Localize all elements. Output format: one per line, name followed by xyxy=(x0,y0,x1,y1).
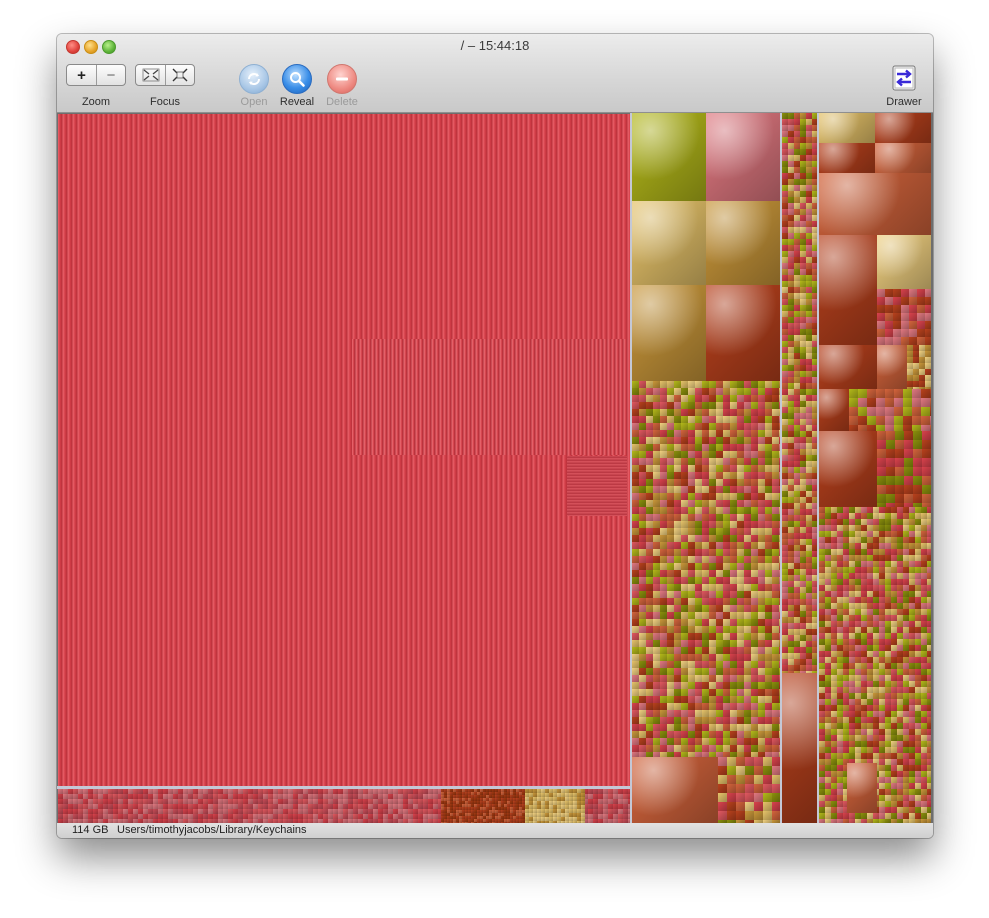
open-button[interactable] xyxy=(239,64,269,94)
focus-tool: Focus xyxy=(135,64,195,108)
reveal-tool[interactable]: Reveal xyxy=(277,64,317,108)
treemap-mixed-mosaic[interactable] xyxy=(632,381,780,757)
open-label: Open xyxy=(240,96,268,108)
open-tool[interactable]: Open xyxy=(234,64,274,108)
zoom-in-button[interactable]: + xyxy=(67,65,96,85)
treemap-cushion[interactable] xyxy=(706,113,780,201)
focus-in-button[interactable] xyxy=(136,65,165,85)
focus-out-button[interactable] xyxy=(165,65,194,85)
treemap-bottom-rust[interactable] xyxy=(441,789,525,823)
treemap-cushion[interactable] xyxy=(819,143,875,173)
treemap-cushion[interactable] xyxy=(819,389,849,431)
app-window: / – 15:44:18 + − Zoom Focus Open Reveal … xyxy=(57,34,933,838)
treemap-cushion[interactable] xyxy=(877,235,931,289)
treemap-mixed-mosaic[interactable] xyxy=(907,345,931,389)
focus-contract-icon xyxy=(142,68,159,82)
selection-path: Users/timothyjacobs/Library/Keychains xyxy=(117,824,307,836)
treemap-mixed-mosaic[interactable] xyxy=(877,431,931,507)
focus-segmented-control xyxy=(135,64,195,86)
title-bar: / – 15:44:18 + − Zoom Focus Open Reveal … xyxy=(57,34,933,113)
treemap-cushion[interactable] xyxy=(819,431,877,507)
treemap-cushion[interactable] xyxy=(782,673,817,823)
reveal-button[interactable] xyxy=(282,64,312,94)
treemap-cushion[interactable] xyxy=(706,285,780,381)
treemap-mixed-mosaic[interactable] xyxy=(849,389,931,431)
drawer-tool[interactable]: Drawer xyxy=(883,64,925,108)
focus-expand-icon xyxy=(172,68,188,82)
treemap-cushion[interactable] xyxy=(819,173,931,235)
treemap-view[interactable] xyxy=(57,113,933,823)
treemap-cushion[interactable] xyxy=(706,201,780,285)
treemap-cushion[interactable] xyxy=(875,143,931,173)
magnifier-icon xyxy=(290,72,305,87)
treemap-bottom-gold[interactable] xyxy=(525,789,585,823)
status-bar: 114 GB Users/timothyjacobs/Library/Keych… xyxy=(57,823,933,838)
treemap-cushion[interactable] xyxy=(632,285,706,381)
zoom-tool: + − Zoom xyxy=(66,64,126,108)
treemap-separator xyxy=(630,113,632,823)
open-arrows-icon xyxy=(248,73,260,85)
treemap-separator xyxy=(780,113,782,823)
delete-label: Delete xyxy=(326,96,358,108)
minus-icon xyxy=(336,77,348,81)
treemap-nested-block[interactable] xyxy=(352,339,628,455)
reveal-label: Reveal xyxy=(279,96,315,108)
zoom-out-button[interactable]: − xyxy=(96,65,125,85)
delete-button[interactable] xyxy=(327,64,357,94)
treemap-cushion[interactable] xyxy=(632,113,706,201)
treemap-cushion[interactable] xyxy=(819,113,875,143)
treemap-separator xyxy=(57,786,632,789)
focus-label: Focus xyxy=(150,96,180,108)
treemap-cushion[interactable] xyxy=(847,763,877,813)
zoom-label: Zoom xyxy=(81,96,111,108)
treemap-cushion[interactable] xyxy=(877,345,907,389)
delete-tool[interactable]: Delete xyxy=(322,64,362,108)
treemap-cushion[interactable] xyxy=(819,235,877,345)
window-title: / – 15:44:18 xyxy=(460,38,530,53)
treemap-mixed-mosaic[interactable] xyxy=(718,757,780,823)
drawer-label: Drawer xyxy=(886,96,922,108)
selection-size: 114 GB xyxy=(72,824,109,836)
treemap-separator xyxy=(817,113,819,823)
treemap-mixed-mosaic[interactable] xyxy=(877,289,931,345)
treemap-small-block[interactable] xyxy=(567,456,627,516)
treemap-cushion[interactable] xyxy=(819,345,877,389)
zoom-segmented-control: + − xyxy=(66,64,126,86)
treemap-cushion[interactable] xyxy=(632,201,706,285)
treemap-cushion[interactable] xyxy=(875,113,931,143)
drawer-toggle-icon xyxy=(892,65,916,91)
treemap-cushion[interactable] xyxy=(632,757,718,823)
drawer-button[interactable] xyxy=(891,64,917,92)
